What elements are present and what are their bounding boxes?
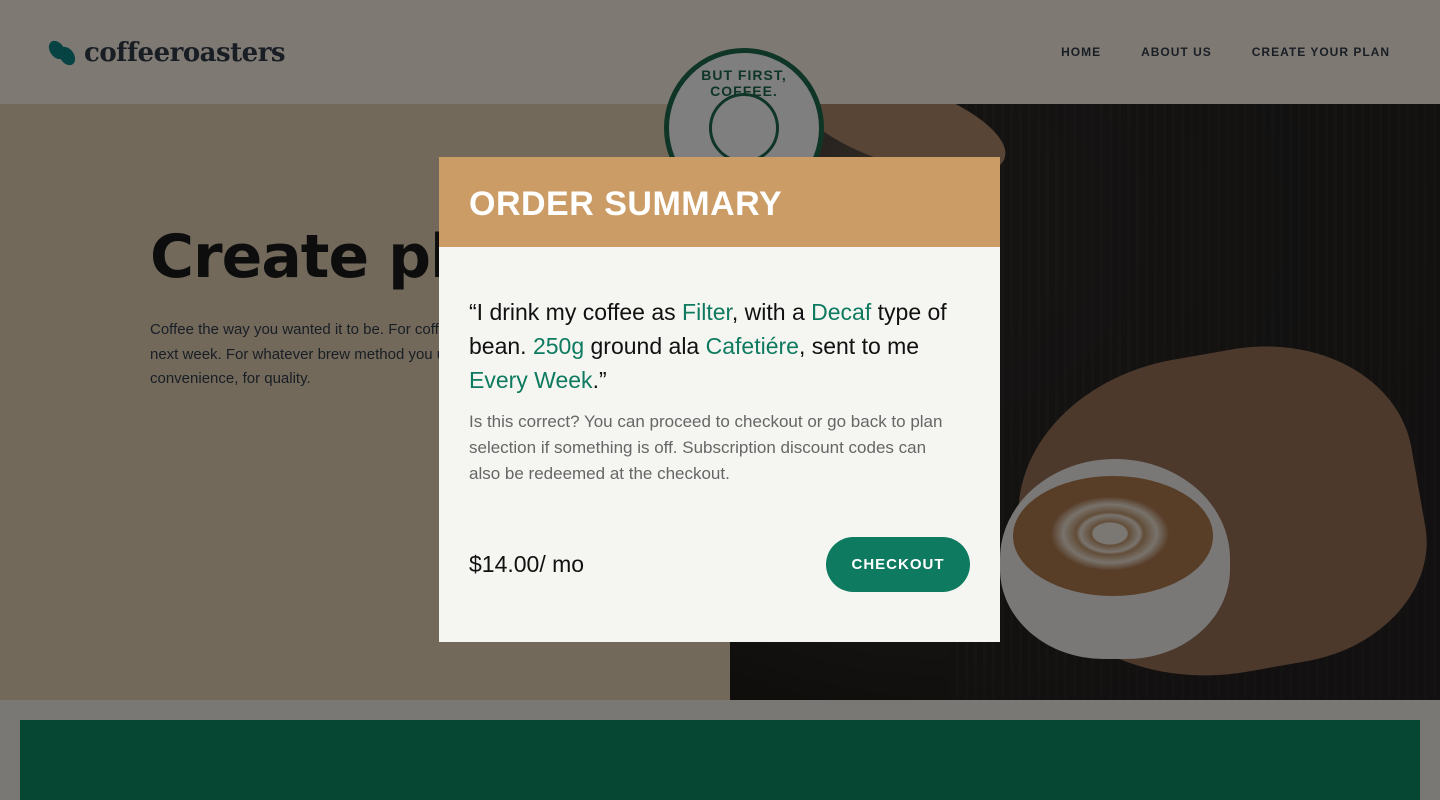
summary-frequency: Every Week (469, 367, 593, 393)
modal-body: “I drink my coffee as Filter, with a Dec… (439, 247, 1000, 487)
modal-title: ORDER SUMMARY (469, 185, 783, 223)
summary-how: Filter (682, 299, 732, 325)
modal-header: ORDER SUMMARY (439, 157, 1000, 247)
summary-grind: Cafetiére (705, 333, 799, 359)
order-summary-modal: ORDER SUMMARY “I drink my coffee as Filt… (439, 157, 1000, 642)
confirmation-note: Is this correct? You can proceed to chec… (469, 412, 943, 483)
price-per-month: $14.00/ mo (469, 551, 585, 577)
modal-footer: $14.00/ mo CHECKOUT (469, 537, 970, 592)
checkout-button[interactable]: CHECKOUT (826, 537, 970, 592)
order-summary-text: “I drink my coffee as Filter, with a Dec… (469, 299, 947, 393)
summary-type: Decaf (811, 299, 872, 325)
summary-quantity: 250g (532, 333, 585, 359)
